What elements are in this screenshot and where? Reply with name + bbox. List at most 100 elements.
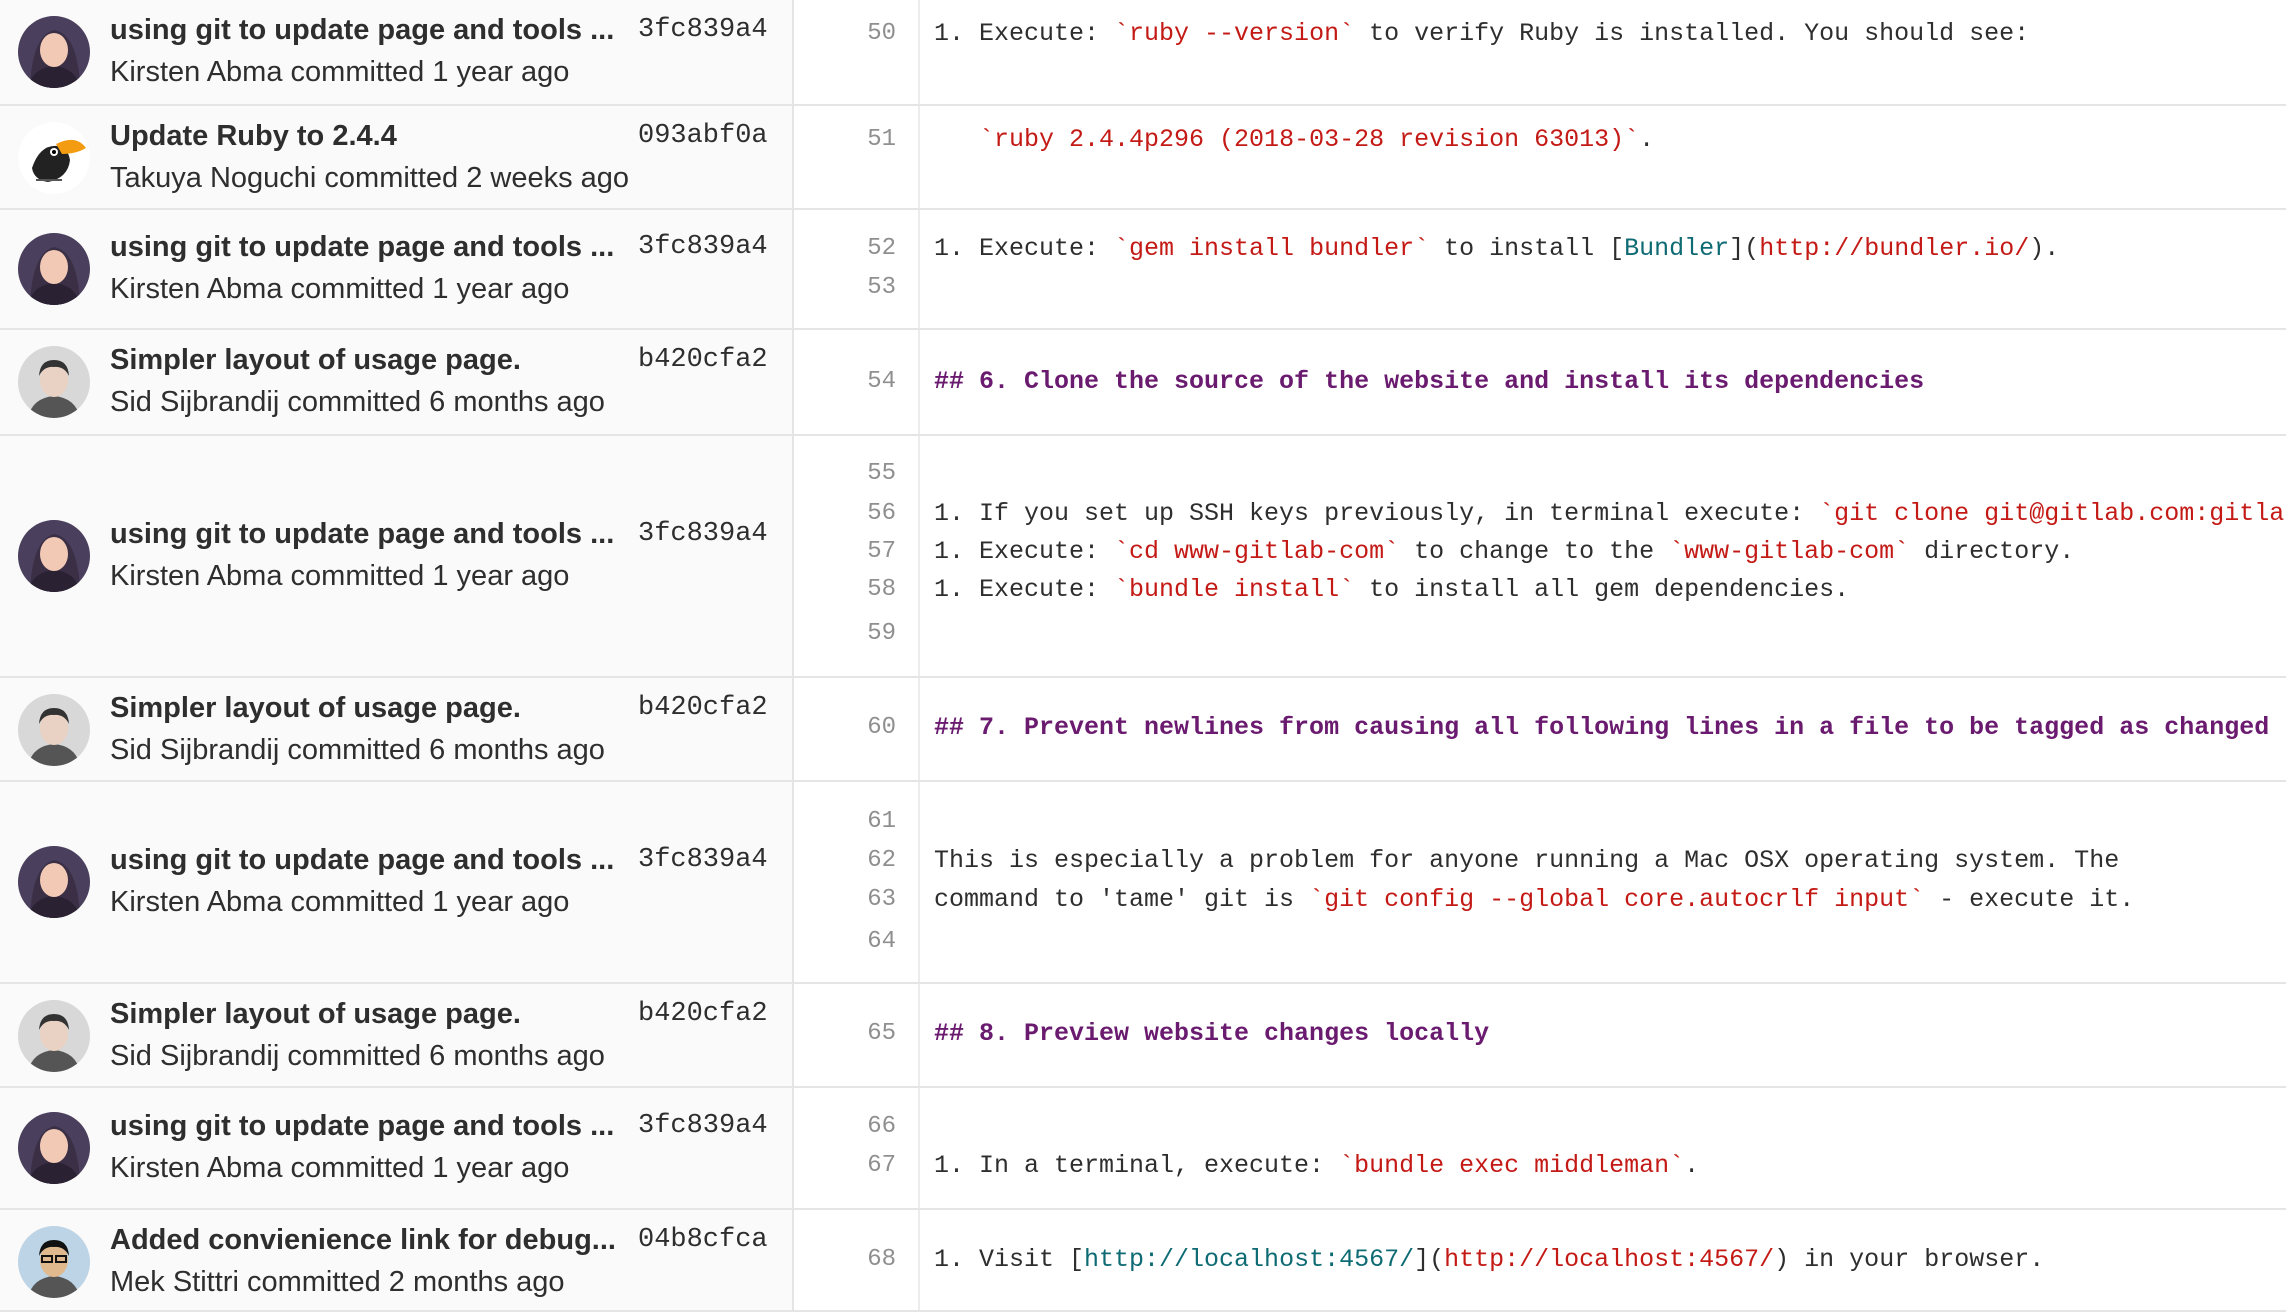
line-number-gutter: 66 67 [794, 1088, 920, 1208]
commit-sha-link[interactable]: 3fc839a4 [638, 1106, 784, 1146]
commit-author-line: Takuya Noguchi committed 2 weeks ago [110, 158, 780, 198]
commit-author-name: Takuya Noguchi [110, 162, 317, 194]
commit-title-link[interactable]: Update Ruby to 2.4.4 [110, 116, 620, 156]
line-number-link[interactable]: 57 [806, 533, 896, 571]
line-number-link[interactable]: 53 [806, 269, 896, 307]
commit-title-link[interactable]: using git to update page and tools ... [110, 840, 620, 880]
author-avatar[interactable] [18, 122, 90, 194]
line-number-link[interactable]: 56 [806, 495, 896, 533]
commit-summary: Added convienience link for debug... 04b8… [0, 1210, 792, 1316]
commit-author-line: Sid Sijbrandij committed 6 months ago [110, 730, 780, 770]
commit-title-link[interactable]: Simpler layout of usage page. [110, 994, 620, 1034]
commit-title-link[interactable]: using git to update page and tools ... [110, 10, 620, 50]
author-avatar[interactable] [18, 1226, 90, 1298]
line-number-link[interactable]: 52 [806, 230, 896, 268]
line-number-link[interactable]: 55 [806, 455, 896, 493]
code-line: This is especially a problem for anyone … [934, 842, 2119, 880]
code-text-token: This is especially a problem for anyone … [934, 846, 2120, 875]
line-number-gutter: 55 56 57 58 59 [794, 436, 920, 676]
blame-code-lines: 65 ## 8. Preview website changes locally [794, 984, 2286, 1086]
commit-sha-link[interactable]: 3fc839a4 [638, 840, 784, 880]
commit-info[interactable]: using git to update page and tools ... 3f… [0, 782, 794, 982]
commit-title-link[interactable]: Added convienience link for debug... [110, 1220, 620, 1260]
commit-info[interactable]: using git to update page and tools ... 3f… [0, 210, 794, 328]
line-number-link[interactable]: 62 [806, 842, 896, 880]
commit-title-link[interactable]: Simpler layout of usage page. [110, 688, 620, 728]
commit-title-link[interactable]: using git to update page and tools ... [110, 514, 620, 554]
commit-title-link[interactable]: using git to update page and tools ... [110, 227, 620, 267]
code-text-token: to verify Ruby is installed. You should … [1354, 19, 2030, 48]
commit-time: 1 year ago [432, 1152, 570, 1184]
code-text-token: to change to the [1399, 537, 1670, 566]
commit-info[interactable]: Simpler layout of usage page. b420cfa2 Sid… [0, 678, 794, 780]
code-text-token: to install all gem dependencies. [1354, 575, 1850, 604]
commit-author-line: Kirsten Abma committed 1 year ago [110, 269, 780, 309]
commit-info[interactable]: Added convienience link for debug... 04b8… [0, 1210, 794, 1310]
line-number-gutter: 68 [794, 1210, 920, 1310]
code-text-token: 1. In a terminal, execute: [934, 1151, 1340, 1180]
author-avatar[interactable] [18, 233, 90, 305]
line-number-link[interactable]: 65 [806, 1015, 896, 1053]
author-avatar[interactable] [18, 1112, 90, 1184]
commit-info[interactable]: using git to update page and tools ... 3f… [0, 0, 794, 104]
code-content: 1. In a terminal, execute: `bundle exec … [920, 1088, 2286, 1208]
commit-sha-link[interactable]: b420cfa2 [638, 688, 784, 728]
blame-code-lines: 50 1. Execute: `ruby --version` to verify… [794, 0, 2286, 104]
line-number-link[interactable]: 68 [806, 1241, 896, 1279]
commit-summary: using git to update page and tools ... 3f… [0, 504, 792, 610]
blame-block: Added convienience link for debug... 04b8… [0, 1210, 2286, 1312]
blame-code-lines: 51 `ruby 2.4.4p296 (2018-03-28 revision … [794, 106, 2286, 208]
commit-title-link[interactable]: Simpler layout of usage page. [110, 340, 620, 380]
commit-sha-link[interactable]: 093abf0a [638, 116, 784, 156]
code-line: 1. If you set up SSH keys previously, in… [934, 495, 2286, 533]
line-number-link[interactable]: 59 [806, 615, 896, 653]
committed-label: committed [290, 1152, 425, 1184]
code-text-token: 1. Execute: [934, 575, 1115, 604]
code-line: `ruby 2.4.4p296 (2018-03-28 revision 630… [934, 121, 1654, 159]
commit-sha-link[interactable]: 3fc839a4 [638, 227, 784, 267]
code-content: ## 8. Preview website changes locally [920, 984, 2286, 1086]
line-number-link[interactable]: 50 [806, 15, 896, 53]
code-string-token: `ruby --version` [1114, 19, 1355, 48]
commit-sha-link[interactable]: 3fc839a4 [638, 10, 784, 50]
author-avatar[interactable] [18, 1000, 90, 1072]
committed-label: committed [287, 386, 422, 418]
avatar-woman-photo-icon [18, 846, 90, 918]
avatar-woman-photo-icon [18, 16, 90, 88]
commit-info[interactable]: using git to update page and tools ... 3f… [0, 1088, 794, 1208]
line-number-link[interactable]: 61 [806, 803, 896, 841]
commit-summary: using git to update page and tools ... 3f… [0, 0, 792, 106]
line-number-link[interactable]: 66 [806, 1108, 896, 1146]
commit-sha-link[interactable]: 04b8cfca [638, 1220, 784, 1260]
commit-summary: Simpler layout of usage page. b420cfa2 Sid… [0, 330, 792, 436]
author-avatar[interactable] [18, 346, 90, 418]
line-number-gutter: 51 [794, 106, 920, 208]
commit-sha-link[interactable]: b420cfa2 [638, 994, 784, 1034]
line-number-link[interactable]: 63 [806, 881, 896, 919]
commit-sha-link[interactable]: b420cfa2 [638, 340, 784, 380]
commit-info[interactable]: Simpler layout of usage page. b420cfa2 Sid… [0, 330, 794, 434]
commit-sha-link[interactable]: 3fc839a4 [638, 514, 784, 554]
commit-author-line: Kirsten Abma committed 1 year ago [110, 556, 780, 596]
line-number-link[interactable]: 58 [806, 571, 896, 609]
line-number-link[interactable]: 51 [806, 121, 896, 159]
code-line: 1. Visit [http://localhost:4567/](http:/… [934, 1241, 2044, 1279]
line-number-link[interactable]: 54 [806, 363, 896, 401]
author-avatar[interactable] [18, 694, 90, 766]
line-number-link[interactable]: 64 [806, 923, 896, 961]
author-avatar[interactable] [18, 846, 90, 918]
commit-title-link[interactable]: using git to update page and tools ... [110, 1106, 620, 1146]
author-avatar[interactable] [18, 16, 90, 88]
blame-block: Simpler layout of usage page. b420cfa2 Sid… [0, 678, 2286, 782]
code-text-token: directory. [1909, 537, 2075, 566]
commit-info[interactable]: Simpler layout of usage page. b420cfa2 Sid… [0, 984, 794, 1086]
commit-author-name: Kirsten Abma [110, 886, 283, 918]
code-text-token: 1. Visit [ [934, 1245, 1085, 1274]
line-number-link[interactable]: 67 [806, 1147, 896, 1185]
avatar-man-glasses-photo-icon [18, 1226, 90, 1298]
line-number-link[interactable]: 60 [806, 709, 896, 747]
commit-info[interactable]: Update Ruby to 2.4.4 093abf0a Takuya Noguc… [0, 106, 794, 208]
commit-author-name: Mek Stittri [110, 1266, 239, 1298]
commit-info[interactable]: using git to update page and tools ... 3f… [0, 436, 794, 676]
author-avatar[interactable] [18, 520, 90, 592]
